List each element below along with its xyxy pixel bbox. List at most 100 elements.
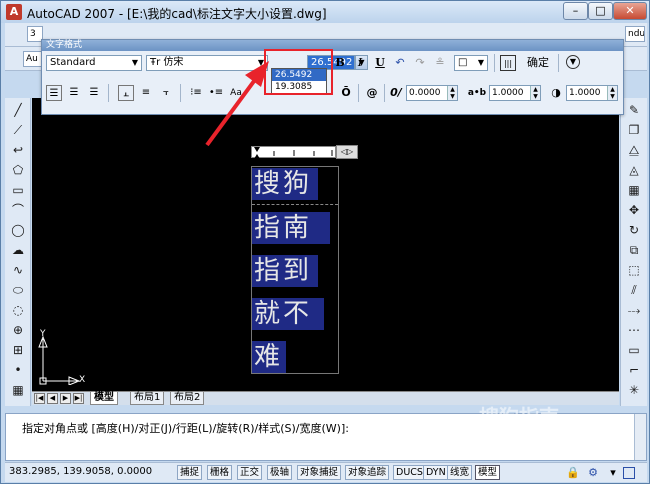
toolbar-stub-2[interactable]: Au [23,51,43,67]
bottom-align-icon[interactable]: ⫟ [158,85,174,101]
copy-icon[interactable]: ❐ [626,122,642,138]
modify-toolbar: ✎ ❐ ⧋ ◬ ▦ ✥ ↻ ⧉ ⬚ ⫽ ⤏ ⋯ ▭ ⌐ ✳ [620,98,647,406]
oblique-angle-input[interactable]: 0.0000 ▲ ▼ [406,85,458,101]
ducs-toggle[interactable]: DUCS [393,465,426,480]
chevron-down-icon[interactable]: ▼ [475,56,487,70]
align-left-icon[interactable]: ☰ [46,85,62,101]
rectangle-icon[interactable]: ▭ [10,182,26,198]
stretch-icon[interactable]: ⬚ [626,262,642,278]
minimize-button[interactable]: – [563,2,588,20]
ortho-toggle[interactable]: 正交 [237,465,263,480]
close-button[interactable]: ✕ [613,2,647,20]
chamfer-icon[interactable]: ▭ [626,342,642,358]
ruler-toggle-icon[interactable]: ||| [500,55,516,71]
toolbar-stub-3[interactable]: ndu [625,26,645,42]
spinner-icon[interactable]: ▲ ▼ [530,86,540,100]
ok-button[interactable]: 确定 [524,55,552,71]
rotate-icon[interactable]: ↻ [626,222,642,238]
move-icon[interactable]: ✥ [626,202,642,218]
spinner-icon[interactable]: ▲ ▼ [447,86,457,100]
mtext-line[interactable]: 难 [252,341,286,373]
array-icon[interactable]: ▦ [626,182,642,198]
width-factor-input[interactable]: 1.0000 ▲ ▼ [566,85,618,101]
polyline-icon[interactable]: ↩ [10,142,26,158]
hatch-icon[interactable]: ▦ [10,382,26,398]
line-icon[interactable]: ╱ [10,102,26,118]
otrack-toggle[interactable]: 对象追踪 [345,465,390,480]
grid-toggle[interactable]: 栅格 [207,465,233,480]
snap-toggle[interactable]: 捕捉 [177,465,203,480]
osnap-toggle[interactable]: 对象捕捉 [297,465,342,480]
text-style-select[interactable]: Standard ▼ [46,55,142,71]
status-bar: 383.2985, 139.9058, 0.0000 捕捉 栅格 正交 极轴 对… [5,462,647,482]
tab-layout1[interactable]: 布局1 [130,392,165,405]
align-center-icon[interactable]: ☰ [66,85,82,101]
offset-icon[interactable]: ◬ [626,162,642,178]
bold-button[interactable]: B [332,55,348,71]
ellipse-arc-icon[interactable]: ◌ [10,302,26,318]
overline-icon[interactable]: Ō [338,85,354,101]
scale-icon[interactable]: ⧉ [626,242,642,258]
trim-icon[interactable]: ⫽ [626,282,642,298]
break-icon[interactable]: ⋯ [626,322,642,338]
maximize-button[interactable]: □ [588,2,613,20]
ellipse-icon[interactable]: ⬭ [10,282,26,298]
next-tab-icon[interactable]: ▶ [60,393,71,404]
undo-icon[interactable]: ↶ [392,55,408,71]
fillet-icon[interactable]: ⌐ [626,362,642,378]
point-icon[interactable]: • [10,362,26,378]
make-block-icon[interactable]: ⊞ [10,342,26,358]
mirror-icon[interactable]: ⧋ [626,142,642,158]
lineweight-toggle[interactable]: 线宽 [447,465,473,480]
polar-toggle[interactable]: 极轴 [267,465,293,480]
revcloud-icon[interactable]: ☁ [10,242,26,258]
erase-icon[interactable]: ✎ [626,102,642,118]
arc-icon[interactable]: ⌒ [10,202,26,218]
tab-model[interactable]: 模型 [90,392,118,405]
extend-icon[interactable]: ⤏ [626,302,642,318]
coordinates-readout: 383.2985, 139.9058, 0.0000 [9,466,153,477]
symbol-button[interactable]: @ [364,85,380,101]
italic-button[interactable]: I [352,55,368,71]
dyn-toggle[interactable]: DYN [423,465,449,480]
polygon-icon[interactable]: ⬠ [10,162,26,178]
last-tab-icon[interactable]: ▶| [73,393,84,404]
model-toggle[interactable]: 模型 [475,465,501,480]
ucs-x-label: X [79,375,86,385]
tracking-input[interactable]: 1.0000 ▲ ▼ [489,85,541,101]
lock-icon[interactable]: 🔒 [565,465,581,481]
tab-layout2[interactable]: 布局2 [170,392,205,405]
color-select[interactable]: □ ▼ [454,55,488,71]
mtext-line[interactable]: 指到 [252,255,318,287]
spinner-icon[interactable]: ▲ ▼ [607,86,617,100]
underline-button[interactable]: U [372,55,388,71]
first-tab-icon[interactable]: |◀ [34,393,45,404]
mtext-line[interactable]: 搜狗 [252,168,318,200]
construction-line-icon[interactable]: ⟋ [10,122,26,138]
tray-settings-icon[interactable]: ⚙ [585,465,601,481]
ruler-resize-handle[interactable]: ◁▷ [336,145,358,159]
mtext-divider [252,204,338,205]
chevron-down-icon[interactable]: ▼ [129,56,141,70]
mtext-line[interactable]: 指南 [252,212,330,244]
prev-tab-icon[interactable]: ◀ [47,393,58,404]
circle-icon[interactable]: ◯ [10,222,26,238]
mtext-box[interactable]: 搜狗 指南 指到 就不 难 [251,166,339,374]
top-align-icon[interactable]: ⫠ [118,85,134,101]
spline-icon[interactable]: ∿ [10,262,26,278]
stack-icon[interactable]: ≗ [432,55,448,71]
options-icon[interactable]: ▼ [566,55,580,69]
chevron-down-icon[interactable]: ▾ [605,465,621,481]
redo-icon[interactable]: ↷ [412,55,428,71]
explode-icon[interactable]: ✳ [626,382,642,398]
align-right-icon[interactable]: ☰ [86,85,102,101]
insert-block-icon[interactable]: ⊕ [10,322,26,338]
mtext-line[interactable]: 就不 [252,298,324,330]
separator [384,84,385,102]
clean-screen-icon[interactable] [623,467,635,479]
autocad-app-icon[interactable]: A [6,4,22,20]
font-value: 仿宋 [163,57,184,68]
color-swatch-icon: □ [458,57,468,68]
command-scrollbar[interactable] [634,414,646,460]
middle-align-icon[interactable]: ≡ [138,85,154,101]
